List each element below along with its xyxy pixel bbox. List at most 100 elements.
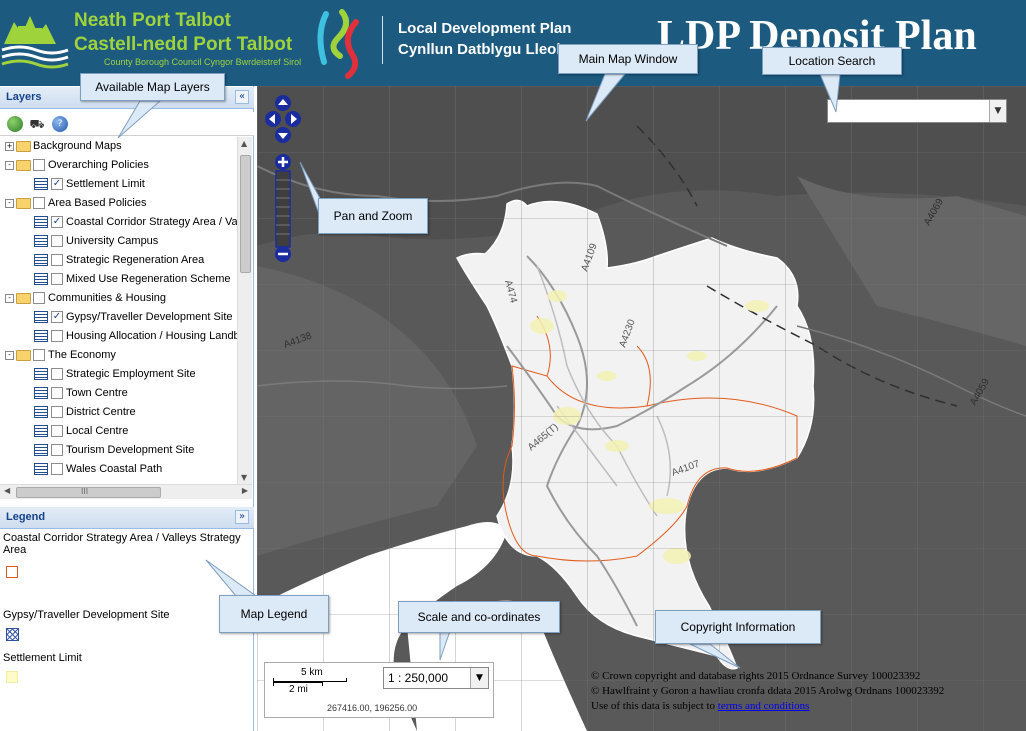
layer-row[interactable]: District Centre [34, 403, 136, 422]
yellow-fill-symbol [6, 671, 18, 683]
expand-icon[interactable]: + [5, 141, 14, 151]
help-icon[interactable]: ? [52, 116, 68, 132]
scale-km-label: 5 km [301, 667, 323, 678]
callout-location-search: Location Search [762, 47, 902, 75]
chevron-down-icon[interactable]: ▼ [470, 668, 488, 688]
layers-toolbar: ⛟ ? [0, 112, 254, 136]
layer-group-row[interactable]: + Background Maps [5, 137, 122, 156]
layer-legend-icon[interactable] [34, 444, 48, 457]
layer-row[interactable]: ✓ Settlement Limit [34, 175, 145, 194]
copyright-line-cy: © Hawlfraint y Goron a hawliau cronfa dd… [591, 685, 945, 697]
copyright-terms-line: Use of this data is subject to terms and… [591, 699, 1023, 714]
layer-row[interactable]: Mixed Use Regeneration Scheme [34, 270, 230, 289]
scale-ratio-select[interactable]: 1 : 250,000 ▼ [383, 667, 489, 689]
layer-row[interactable]: University Campus [34, 232, 158, 251]
collapse-icon[interactable]: - [5, 350, 14, 360]
main-map[interactable]: A474 A4109 A4230 A465(T) A4107 A4138 A40… [257, 86, 1026, 731]
layer-tree-horizontal-scrollbar[interactable]: ◀ III ▶ [0, 484, 252, 499]
layer-row[interactable]: Local Centre [34, 422, 128, 441]
layer-checkbox[interactable]: ✓ [51, 178, 63, 191]
layer-checkbox[interactable] [51, 368, 63, 381]
layer-row[interactable]: Wales Coastal Path [34, 460, 162, 479]
layer-checkbox[interactable] [51, 463, 63, 476]
folder-icon [16, 349, 31, 361]
layer-group-row[interactable]: - Area Based Policies [5, 194, 146, 213]
layer-checkbox[interactable] [33, 349, 45, 362]
layer-label: Gypsy/Traveller Development Site [66, 311, 233, 323]
layer-row[interactable]: ✓ Coastal Corridor Strategy Area / Va [34, 213, 237, 232]
layer-legend-icon[interactable] [34, 463, 48, 476]
folder-icon [16, 197, 31, 209]
layer-label: Housing Allocation / Housing Landb [66, 330, 237, 342]
chevron-down-icon[interactable]: ▼ [989, 100, 1006, 122]
map-canvas[interactable]: A474 A4109 A4230 A465(T) A4107 A4138 A40… [257, 86, 1026, 731]
layer-legend-icon[interactable] [34, 406, 48, 419]
collapse-legend-button[interactable]: » [235, 510, 249, 524]
scroll-left-arrow-icon[interactable]: ◀ [4, 486, 10, 495]
layer-checkbox[interactable] [33, 292, 45, 305]
terms-link[interactable]: terms and conditions [718, 700, 810, 712]
layer-label: Settlement Limit [66, 178, 145, 190]
legend-panel-title: Legend [6, 511, 46, 523]
zoom-slider-track[interactable] [275, 170, 291, 248]
globe-icon[interactable] [7, 116, 23, 132]
collapse-icon[interactable]: - [5, 293, 14, 303]
layer-row[interactable]: ✓ Gypsy/Traveller Development Site [34, 308, 233, 327]
binoculars-icon[interactable]: ⛟ [29, 116, 45, 132]
layer-legend-icon[interactable] [34, 273, 48, 286]
layer-legend-icon[interactable] [34, 368, 48, 381]
layer-checkbox[interactable] [33, 159, 45, 172]
layer-legend-icon[interactable] [34, 387, 48, 400]
layer-group-row[interactable]: - The Economy [5, 346, 116, 365]
scroll-down-arrow-icon[interactable]: ▼ [241, 473, 247, 482]
layers-panel-title: Layers [6, 91, 42, 103]
org-name-cy: Castell-nedd Port Talbot [74, 34, 293, 55]
scrollbar-thumb[interactable] [240, 155, 251, 273]
layer-label: Strategic Regeneration Area [66, 254, 205, 266]
layer-legend-icon[interactable] [34, 216, 48, 229]
layer-checkbox[interactable] [51, 387, 63, 400]
collapse-layers-button[interactable]: « [235, 90, 249, 104]
layer-checkbox[interactable] [51, 425, 63, 438]
layer-row[interactable]: Housing Allocation / Housing Landb [34, 327, 237, 346]
layer-checkbox[interactable] [51, 235, 63, 248]
layer-checkbox[interactable] [51, 444, 63, 457]
layer-checkbox[interactable] [51, 273, 63, 286]
scrollbar-thumb[interactable]: III [16, 487, 161, 498]
layer-legend-icon[interactable] [34, 254, 48, 267]
layer-legend-icon[interactable] [34, 425, 48, 438]
layer-legend-icon[interactable] [34, 311, 48, 324]
layer-legend-icon[interactable] [34, 235, 48, 248]
callout-copyright: Copyright Information [655, 610, 821, 644]
layer-label: Coastal Corridor Strategy Area / Va [66, 216, 237, 228]
layer-label: Wales Coastal Path [66, 463, 163, 475]
layer-row[interactable]: Strategic Employment Site [34, 365, 196, 384]
layer-legend-icon[interactable] [34, 178, 48, 191]
ldp-title-en: Local Development Plan [398, 20, 572, 37]
layer-checkbox[interactable] [51, 406, 63, 419]
layer-checkbox[interactable] [51, 254, 63, 267]
layer-tree-vertical-scrollbar[interactable]: ▲ ▼ [237, 137, 252, 484]
layer-checkbox[interactable] [33, 197, 45, 210]
pan-control[interactable] [264, 93, 302, 153]
layer-row[interactable]: Town Centre [34, 384, 128, 403]
callout-available-layers: Available Map Layers [80, 73, 225, 101]
layer-group-row[interactable]: - Overarching Policies [5, 156, 149, 175]
folder-icon [16, 292, 31, 304]
layer-checkbox[interactable] [51, 330, 63, 343]
collapse-icon[interactable]: - [5, 160, 14, 170]
coordinate-readout: 267416.00, 196256.00 [327, 703, 418, 713]
collapse-icon[interactable]: - [5, 198, 14, 208]
layer-row[interactable]: Strategic Regeneration Area [34, 251, 204, 270]
header-divider [382, 16, 383, 64]
callout-pan-zoom: Pan and Zoom [318, 198, 428, 234]
scroll-up-arrow-icon[interactable]: ▲ [241, 139, 247, 148]
location-search-select[interactable]: ▼ [827, 99, 1007, 123]
zoom-control[interactable] [272, 153, 294, 265]
layer-checkbox[interactable]: ✓ [51, 216, 63, 229]
layer-checkbox[interactable]: ✓ [51, 311, 63, 324]
layer-row[interactable]: Tourism Development Site [34, 441, 194, 460]
scroll-right-arrow-icon[interactable]: ▶ [242, 486, 248, 495]
layer-group-row[interactable]: - Communities & Housing [5, 289, 166, 308]
layer-legend-icon[interactable] [34, 330, 48, 343]
